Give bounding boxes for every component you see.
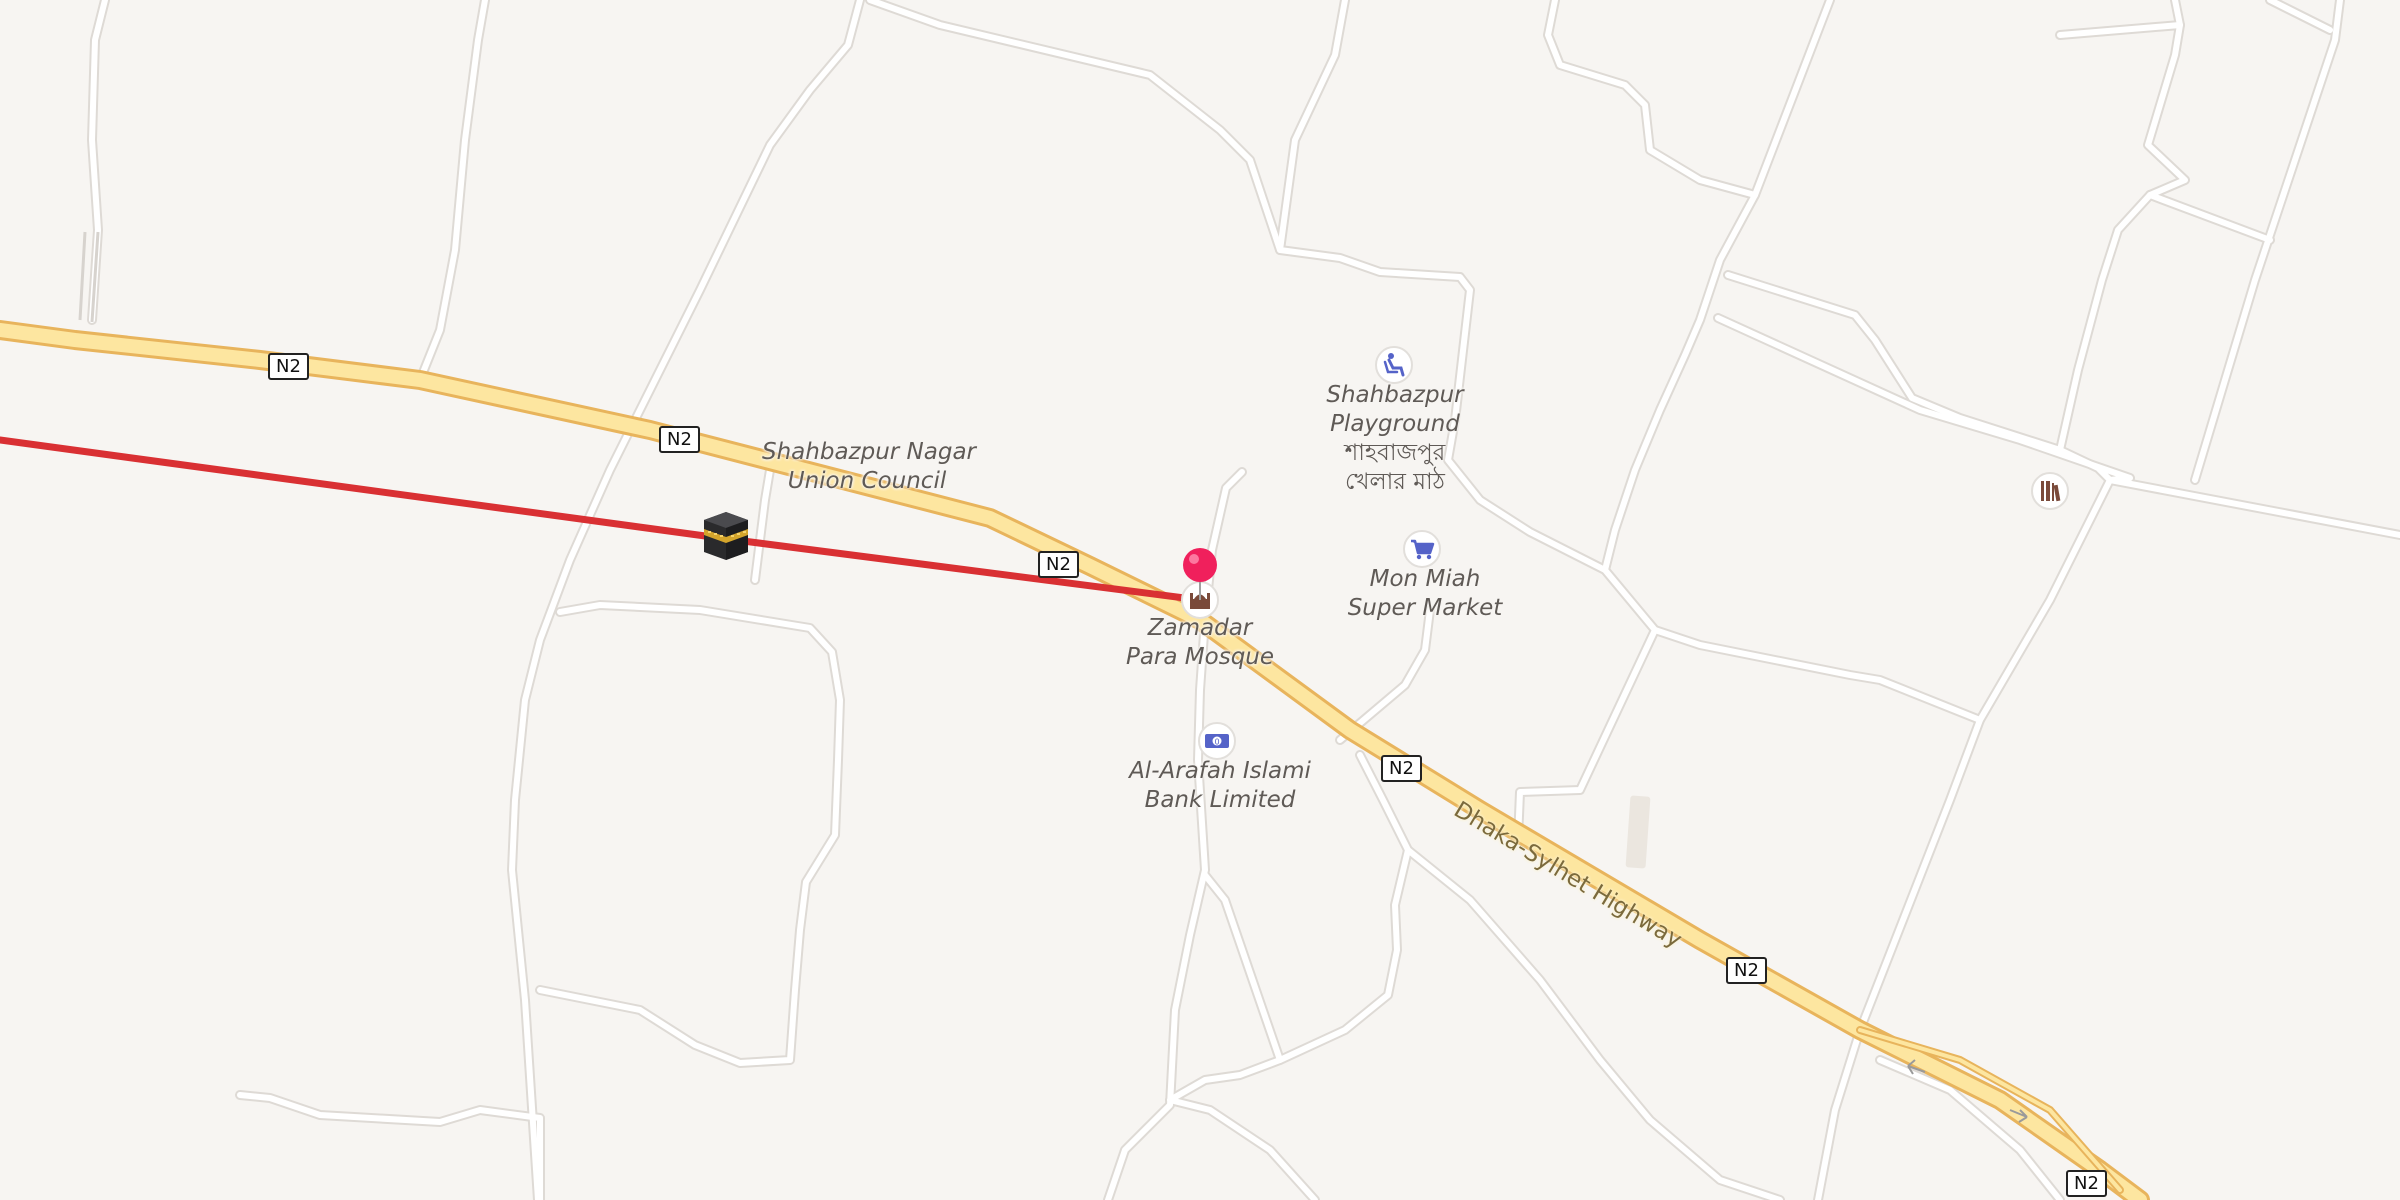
kaaba-icon[interactable] bbox=[698, 508, 754, 564]
road-shield: N2 bbox=[659, 426, 700, 453]
road-shield: N2 bbox=[2066, 1170, 2107, 1197]
road-shield: N2 bbox=[268, 353, 309, 380]
minor-road-casing bbox=[865, 0, 1285, 255]
mosque-name-line2: Para Mosque bbox=[1125, 644, 1275, 670]
svg-text:0: 0 bbox=[1214, 738, 1219, 747]
supermarket-poi[interactable] bbox=[1403, 530, 1441, 568]
minor-road[interactable] bbox=[2057, 22, 2188, 198]
road-shield: N2 bbox=[1038, 551, 1079, 578]
bank-name-line2: Bank Limited bbox=[1144, 787, 1296, 813]
shopping-cart-icon bbox=[1411, 539, 1435, 560]
bank-note-icon: 0 bbox=[1205, 734, 1229, 748]
union-council-name-line2: Union Council bbox=[787, 468, 947, 494]
supermarket-name-line2: Super Market bbox=[1347, 595, 1503, 621]
library-poi[interactable] bbox=[2031, 472, 2069, 510]
road-shield: N2 bbox=[1726, 957, 1767, 984]
minor-road[interactable] bbox=[1602, 192, 1758, 573]
minor-road[interactable] bbox=[2192, 0, 2343, 483]
minor-road[interactable] bbox=[509, 0, 863, 1200]
place-label-union-council[interactable]: Shahbazpur Nagar Union Council bbox=[762, 438, 977, 496]
minor-road-casing bbox=[507, 0, 865, 1200]
minor-road[interactable] bbox=[237, 1092, 543, 1200]
playground-name-line2: Playground bbox=[1330, 411, 1460, 437]
place-label-playground[interactable]: Shahbazpur Playground শাহবাজপুর খেলার মা… bbox=[1290, 381, 1500, 497]
minor-road-casing bbox=[2055, 20, 2190, 200]
bank-poi[interactable]: 0 bbox=[1198, 722, 1236, 760]
playground-icon bbox=[1383, 353, 1405, 377]
minor-road[interactable] bbox=[1652, 627, 1983, 723]
minor-road-casing bbox=[1543, 0, 1835, 200]
playground-poi[interactable] bbox=[1375, 346, 1413, 384]
location-pin-icon[interactable] bbox=[1180, 546, 1220, 602]
map-canvas[interactable]: N2 N2 N2 N2 N2 N2 Dhaka-Sylhet Highway S… bbox=[0, 0, 2400, 1200]
place-label-supermarket[interactable]: Mon Miah Super Market bbox=[1330, 565, 1520, 623]
supermarket-name-line1: Mon Miah bbox=[1369, 566, 1481, 592]
mosque-name-line1: Zamadar bbox=[1147, 615, 1253, 641]
union-council-name-line1: Shahbazpur Nagar bbox=[762, 439, 977, 465]
library-icon bbox=[2041, 481, 2061, 502]
place-label-bank[interactable]: Al-Arafah Islami Bank Limited bbox=[1110, 757, 1330, 815]
playground-native-name-line2: খেলার মাঠ bbox=[1345, 469, 1445, 495]
minor-road[interactable] bbox=[417, 0, 488, 383]
minor-road[interactable] bbox=[2267, 0, 2333, 33]
minor-road-casing bbox=[1600, 190, 1760, 575]
place-label-mosque[interactable]: Zamadar Para Mosque bbox=[1110, 614, 1290, 672]
playground-name-line1: Shahbazpur bbox=[1326, 382, 1464, 408]
playground-native-name-line1: শাহবাজপুর bbox=[1344, 440, 1446, 466]
road-shield: N2 bbox=[1381, 755, 1422, 782]
bank-name-line1: Al-Arafah Islami bbox=[1129, 758, 1311, 784]
